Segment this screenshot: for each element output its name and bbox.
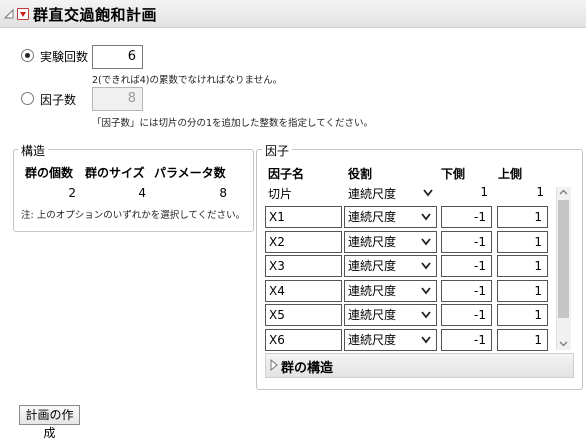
group-structure-label: 群の構造	[281, 361, 334, 376]
factor-name-input[interactable]: X6	[265, 329, 342, 351]
factor-upper-input[interactable]: 1	[497, 304, 548, 326]
chevron-down-icon	[421, 213, 431, 221]
factor-lower-input[interactable]: -1	[441, 231, 492, 253]
factor-name-input[interactable]: X1	[265, 206, 342, 228]
disclosure-triangle-icon[interactable]	[4, 7, 14, 19]
structure-title: 構造	[18, 142, 49, 159]
factor-upper-input[interactable]: 1	[497, 329, 548, 351]
chevron-down-icon	[421, 287, 431, 295]
factor-role-value: 連続尺度	[348, 284, 397, 298]
factor-role-select[interactable]: 連続尺度	[344, 255, 437, 277]
structure-note: 注: 上のオプションのいずれかを選択してください。	[21, 210, 246, 221]
structure-value-param-count: 8	[219, 186, 227, 200]
factor-role-select[interactable]: 連続尺度	[344, 304, 437, 326]
runs-note: 2(できれば4)の累数でなければなりません。	[92, 75, 283, 86]
factor-lower-input[interactable]: -1	[441, 206, 492, 228]
factors-header-upper: 上側	[498, 167, 523, 181]
factor-role-select[interactable]: 連続尺度	[344, 280, 437, 302]
factors-title: 因子	[262, 142, 293, 159]
structure-header-group-count: 群の個数	[25, 166, 74, 180]
red-triangle-menu-icon[interactable]	[17, 8, 29, 20]
factor-role-select[interactable]: 連続尺度	[344, 231, 437, 253]
factor-role-value: 連続尺度	[348, 333, 397, 347]
factor-name-input[interactable]: X5	[265, 304, 342, 326]
factor-role-select[interactable]: 連続尺度	[344, 329, 437, 351]
scroll-down-icon[interactable]	[558, 339, 569, 348]
runs-input[interactable]: 6	[92, 45, 143, 69]
factor-name-input[interactable]: X3	[265, 255, 342, 277]
runs-radio[interactable]	[21, 49, 34, 62]
factor-role-value: 連続尺度	[348, 210, 397, 224]
runs-label: 実験回数	[40, 50, 89, 64]
factors-note: 「因子数」には切片の分の1を追加した整数を指定してください。	[92, 118, 373, 129]
chevron-down-icon	[421, 238, 431, 246]
structure-value-group-size: 4	[138, 186, 146, 200]
factor-role-value: 連続尺度	[348, 308, 397, 322]
factors-label: 因子数	[40, 93, 77, 107]
scroll-thumb[interactable]	[558, 200, 569, 318]
disclosure-triangle-icon[interactable]	[270, 359, 278, 371]
factors-header-lower: 下側	[441, 167, 466, 181]
factor-upper-input[interactable]: 1	[497, 231, 548, 253]
intercept-upper: 1	[536, 185, 544, 199]
structure-header-group-size: 群のサイズ	[85, 166, 145, 180]
factor-name-input[interactable]: X4	[265, 280, 342, 302]
chevron-down-icon	[421, 311, 431, 319]
factors-input[interactable]: 8	[92, 87, 143, 111]
factor-upper-input[interactable]: 1	[497, 280, 548, 302]
structure-value-group-count: 2	[68, 186, 76, 200]
intercept-lower: 1	[480, 185, 488, 199]
factor-role-value: 連続尺度	[348, 259, 397, 273]
factors-header-name: 因子名	[268, 167, 305, 181]
factor-role-value: 連続尺度	[348, 235, 397, 249]
factor-name-input[interactable]: X2	[265, 231, 342, 253]
chevron-down-icon	[421, 336, 431, 344]
factor-lower-input[interactable]: -1	[441, 255, 492, 277]
scroll-up-icon[interactable]	[558, 188, 569, 197]
chevron-down-icon	[421, 262, 431, 270]
intercept-role: 連続尺度	[348, 187, 397, 201]
factor-role-select[interactable]: 連続尺度	[344, 206, 437, 228]
factor-upper-input[interactable]: 1	[497, 206, 548, 228]
page-title: 群直交過飽和計画	[33, 6, 158, 24]
chevron-down-icon	[423, 189, 433, 197]
structure-header-param-count: パラメータ数	[154, 166, 226, 180]
factor-lower-input[interactable]: -1	[441, 304, 492, 326]
make-design-button[interactable]: 計画の作成	[19, 405, 80, 440]
intercept-name: 切片	[268, 187, 293, 201]
factor-lower-input[interactable]: -1	[441, 329, 492, 351]
factor-upper-input[interactable]: 1	[497, 255, 548, 277]
factors-radio[interactable]	[21, 92, 34, 105]
factor-lower-input[interactable]: -1	[441, 280, 492, 302]
factors-header-role: 役割	[348, 167, 373, 181]
